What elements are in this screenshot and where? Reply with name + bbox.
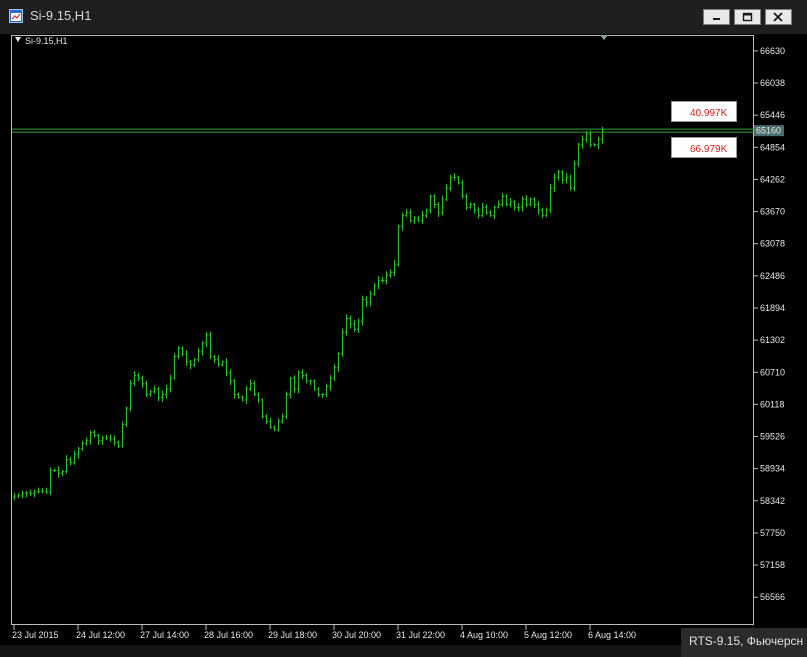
title-bar: Si-9.15,H1: [0, 0, 807, 34]
y-tick-label: 59526: [760, 432, 785, 442]
x-tick-label: 30 Jul 20:00: [332, 630, 381, 640]
y-tick-label: 64262: [760, 174, 785, 184]
close-icon: [773, 12, 783, 22]
x-tick-label: 23 Jul 2015: [12, 630, 59, 640]
price-chart[interactable]: 66630 66038 65446 64854 64262 63670 63078 62486…: [0, 34, 807, 645]
x-tick-label: 24 Jul 12:00: [76, 630, 125, 640]
y-tick-label: 63670: [760, 207, 785, 217]
y-tick-label: 64854: [760, 142, 785, 152]
volume-label-lower: 66.979K: [671, 137, 737, 158]
y-tick-label: 57750: [760, 528, 785, 538]
maximize-button[interactable]: [734, 9, 761, 25]
y-tick-label: 58342: [760, 496, 785, 506]
maximize-icon: [742, 12, 753, 22]
y-tick-label: 57158: [760, 560, 785, 570]
y-tick-label: 62486: [760, 271, 785, 281]
y-tick-label: 65446: [760, 110, 785, 120]
minimize-icon: [713, 18, 720, 20]
y-tick-label: 66038: [760, 78, 785, 88]
window-title: Si-9.15,H1: [30, 8, 92, 23]
volume-label-upper: 40.997K: [671, 101, 737, 122]
y-tick-label: 56566: [760, 592, 785, 602]
close-button[interactable]: [765, 9, 792, 25]
y-tick-label: 66630: [760, 46, 785, 56]
y-tick-label: 61894: [760, 303, 785, 313]
chart-background: [0, 34, 807, 645]
svg-text:66.979K: 66.979K: [690, 144, 728, 155]
x-tick-label: 28 Jul 16:00: [204, 630, 253, 640]
y-tick-label: 63078: [760, 239, 785, 249]
svg-text:65160: 65160: [756, 126, 781, 136]
y-tick-label: 58934: [760, 464, 785, 474]
x-tick-label: 29 Jul 18:00: [268, 630, 317, 640]
chart-window-icon: [9, 9, 23, 23]
x-tick-label: 5 Aug 12:00: [524, 630, 572, 640]
current-price-tag: 65160: [754, 125, 784, 137]
x-tick-label: 6 Aug 14:00: [588, 630, 636, 640]
tab-rts-9-15[interactable]: RTS-9.15, Фьючерсн: [681, 628, 807, 657]
svg-text:40.997K: 40.997K: [690, 108, 728, 119]
x-tick-label: 4 Aug 10:00: [460, 630, 508, 640]
y-tick-label: 61302: [760, 335, 785, 345]
x-tick-label: 27 Jul 14:00: [140, 630, 189, 640]
minimize-button[interactable]: [703, 9, 730, 25]
x-tick-label: 31 Jul 22:00: [396, 630, 445, 640]
y-tick-label: 60710: [760, 367, 785, 377]
y-tick-label: 60118: [760, 399, 784, 409]
symbol-label: Si-9.15,H1: [25, 36, 68, 46]
